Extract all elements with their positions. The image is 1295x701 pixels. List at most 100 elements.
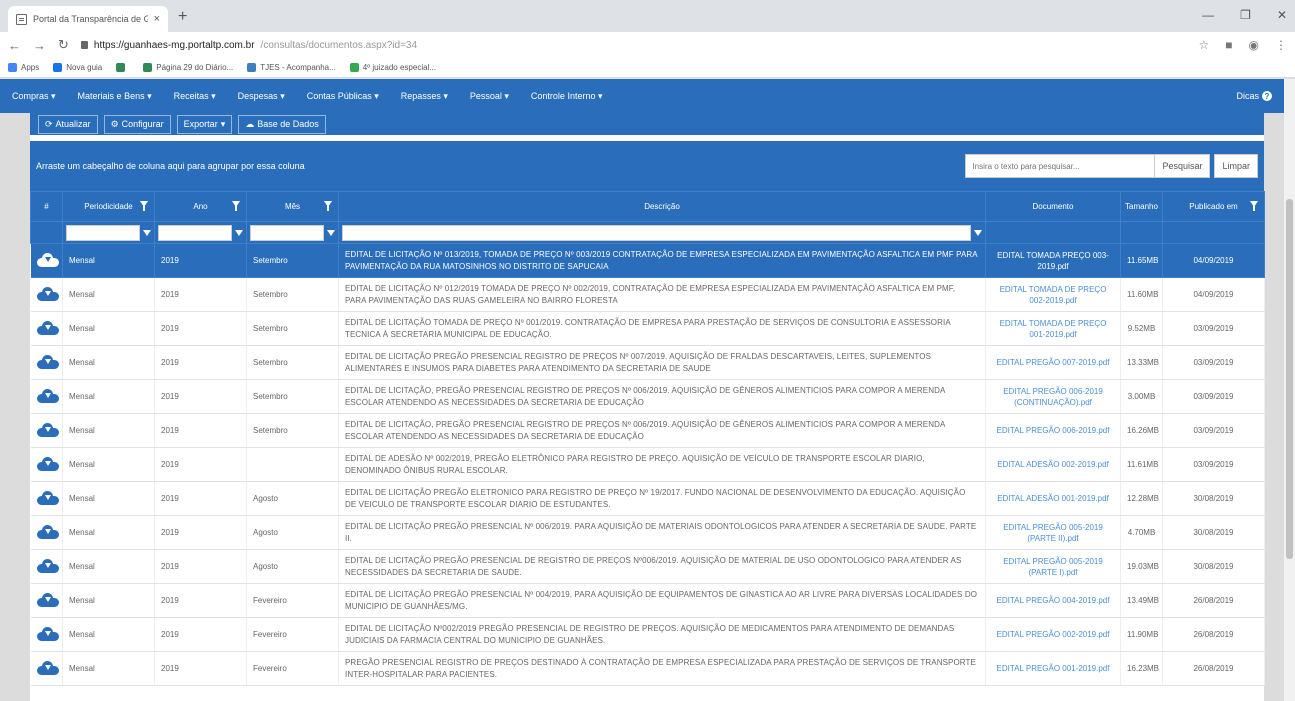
- filter-mes[interactable]: [246, 221, 339, 244]
- cloud-download-icon[interactable]: [36, 660, 59, 675]
- back-icon[interactable]: ←: [8, 38, 21, 53]
- download-cell[interactable]: [30, 345, 63, 380]
- download-cell[interactable]: [30, 447, 63, 482]
- table-row[interactable]: Mensal 2019 Setembro EDITAL DE LICITAÇÃO TO…: [30, 311, 1265, 346]
- table-row[interactable]: Mensal 2019 Setembro EDITAL DE LICITAÇÃO PR…: [30, 345, 1265, 380]
- download-cell[interactable]: [30, 311, 63, 346]
- cloud-download-icon[interactable]: [36, 354, 59, 369]
- document-link[interactable]: EDITAL ADESÃO 001-2019.pdf: [985, 481, 1121, 516]
- filter-icon[interactable]: [327, 229, 335, 236]
- extension-icon[interactable]: ■: [1225, 38, 1232, 52]
- bookmark-star-icon[interactable]: ☆: [1199, 38, 1210, 52]
- bookmark-item[interactable]: [116, 63, 129, 72]
- col-header-mes[interactable]: Mês: [246, 191, 339, 222]
- table-row[interactable]: Mensal 2019 Fevereiro PREGÃO PRESENCIAL REG…: [30, 651, 1265, 686]
- search-button[interactable]: Pesquisar: [1155, 154, 1211, 178]
- table-row[interactable]: Mensal 2019 Fevereiro EDITAL DE LICITAÇÃO N…: [30, 617, 1265, 652]
- filter-input[interactable]: [158, 224, 232, 241]
- cloud-download-icon[interactable]: [36, 490, 59, 505]
- search-input[interactable]: [965, 154, 1156, 178]
- cloud-download-icon[interactable]: [36, 456, 59, 471]
- document-link[interactable]: EDITAL PREGÃO 007-2019.pdf: [985, 345, 1121, 380]
- configure-button[interactable]: ⚙ Configurar: [103, 114, 171, 134]
- filter-icon[interactable]: [235, 229, 243, 236]
- window-close-icon[interactable]: ✕: [1277, 8, 1287, 22]
- cloud-download-icon[interactable]: [36, 558, 59, 573]
- nav-menu-item[interactable]: Receitas: [174, 91, 216, 102]
- bookmark-item[interactable]: 4º juizado especial...: [349, 63, 436, 72]
- download-cell[interactable]: [30, 651, 63, 686]
- filter-icon[interactable]: [143, 229, 151, 236]
- filter-input[interactable]: [66, 224, 140, 241]
- table-row[interactable]: Mensal 2019 Agosto EDITAL DE LICITAÇÃO PREG…: [30, 549, 1265, 584]
- maximize-icon[interactable]: ❐: [1240, 8, 1251, 22]
- download-cell[interactable]: [30, 243, 63, 278]
- cloud-download-icon[interactable]: [36, 388, 59, 403]
- bookmark-item[interactable]: TJES - Acompanha...: [247, 63, 336, 72]
- document-link[interactable]: EDITAL PREGÃO 002-2019.pdf: [985, 617, 1121, 652]
- col-header-periodicidade[interactable]: Periodicidade: [62, 191, 155, 222]
- tab-close-icon[interactable]: ×: [154, 13, 160, 25]
- filter-icon[interactable]: [1250, 201, 1258, 211]
- table-row[interactable]: Mensal 2019 Setembro EDITAL DE LICITAÇÃO, P…: [30, 379, 1265, 414]
- table-row[interactable]: Mensal 2019 Fevereiro EDITAL DE LICITAÇÃO P…: [30, 583, 1265, 618]
- cloud-download-icon[interactable]: [36, 524, 59, 539]
- download-cell[interactable]: [30, 379, 63, 414]
- refresh-button[interactable]: ⟳ Atualizar: [38, 114, 98, 134]
- filter-input[interactable]: [342, 224, 971, 241]
- download-cell[interactable]: [30, 277, 63, 312]
- filter-ano[interactable]: [154, 221, 247, 244]
- menu-icon[interactable]: ⋮: [1275, 38, 1287, 52]
- download-cell[interactable]: [30, 515, 63, 550]
- cloud-download-icon[interactable]: [36, 252, 59, 267]
- filter-icon[interactable]: [324, 201, 332, 211]
- download-cell[interactable]: [30, 583, 63, 618]
- table-row[interactable]: Mensal 2019 EDITAL DE ADESÃO Nº 002/2019, …: [30, 447, 1265, 482]
- document-link[interactable]: EDITAL ADESÃO 002-2019.pdf: [985, 447, 1121, 482]
- document-link[interactable]: EDITAL PREGÃO 001-2019.pdf: [985, 651, 1121, 686]
- col-header-tamanho[interactable]: Tamanho: [1120, 191, 1163, 222]
- nav-menu-item[interactable]: Contas Públicas: [307, 91, 379, 102]
- cloud-download-icon[interactable]: [36, 626, 59, 641]
- filter-periodicidade[interactable]: [62, 221, 155, 244]
- export-button[interactable]: Exportar ▾: [176, 114, 233, 134]
- nav-menu-item[interactable]: Compras: [12, 91, 56, 102]
- document-link[interactable]: EDITAL PREGÃO 006-2019 (CONTINUAÇÃO).pdf: [985, 379, 1121, 414]
- profile-icon[interactable]: ◉: [1249, 38, 1259, 52]
- filter-input[interactable]: [250, 224, 324, 241]
- document-link[interactable]: EDITAL PREGÃO 005-2019 (PARTE II).pdf: [985, 515, 1121, 550]
- table-row[interactable]: Mensal 2019 Setembro EDITAL DE LICITAÇÃO Nº…: [30, 277, 1265, 312]
- nav-menu-item[interactable]: Controle Interno: [531, 91, 603, 102]
- bookmark-item[interactable]: Nova guia: [53, 63, 102, 72]
- minimize-icon[interactable]: —: [1202, 8, 1214, 22]
- document-link[interactable]: EDITAL PREGÃO 005-2019 (PARTE I).pdf: [985, 549, 1121, 584]
- filter-icon[interactable]: [140, 201, 148, 211]
- scrollbar-thumb[interactable]: [1286, 199, 1293, 559]
- document-link[interactable]: EDITAL PREGÃO 004-2019.pdf: [985, 583, 1121, 618]
- table-row[interactable]: Mensal 2019 Setembro EDITAL DE LICITAÇÃO Nº…: [30, 243, 1265, 278]
- table-row[interactable]: Mensal 2019 Agosto EDITAL DE LICITAÇÃO PREG…: [30, 481, 1265, 516]
- document-link[interactable]: EDITAL PREGÃO 006-2019.pdf: [985, 413, 1121, 448]
- col-header-documento[interactable]: Documento: [985, 191, 1121, 222]
- table-row[interactable]: Mensal 2019 Setembro EDITAL DE LICITAÇÃO, P…: [30, 413, 1265, 448]
- document-link[interactable]: EDITAL TOMADA DE PREÇO 001-2019.pdf: [985, 311, 1121, 346]
- col-header-publicado[interactable]: Publicado em: [1162, 191, 1265, 222]
- col-header-descricao[interactable]: Descrição: [338, 191, 986, 222]
- reload-icon[interactable]: ↻: [58, 37, 69, 53]
- nav-menu-item[interactable]: Despesas: [238, 91, 285, 102]
- download-cell[interactable]: [30, 413, 63, 448]
- nav-menu-item[interactable]: Repasses: [401, 91, 448, 102]
- download-cell[interactable]: [30, 481, 63, 516]
- cloud-download-icon[interactable]: [36, 286, 59, 301]
- bookmark-item[interactable]: Página 29 do Diário...: [143, 63, 233, 72]
- clear-button[interactable]: Limpar: [1214, 154, 1258, 178]
- document-link[interactable]: EDITAL TOMADA DE PREÇO 002-2019.pdf: [985, 277, 1121, 312]
- download-cell[interactable]: [30, 549, 63, 584]
- url-field[interactable]: https://guanhaes-mg.portaltp.com.br/cons…: [80, 40, 417, 51]
- filter-icon[interactable]: [974, 229, 982, 236]
- download-cell[interactable]: [30, 617, 63, 652]
- bookmark-item[interactable]: Apps: [8, 63, 39, 72]
- cloud-download-icon[interactable]: [36, 422, 59, 437]
- col-header-ano[interactable]: Ano: [154, 191, 247, 222]
- filter-icon[interactable]: [232, 201, 240, 211]
